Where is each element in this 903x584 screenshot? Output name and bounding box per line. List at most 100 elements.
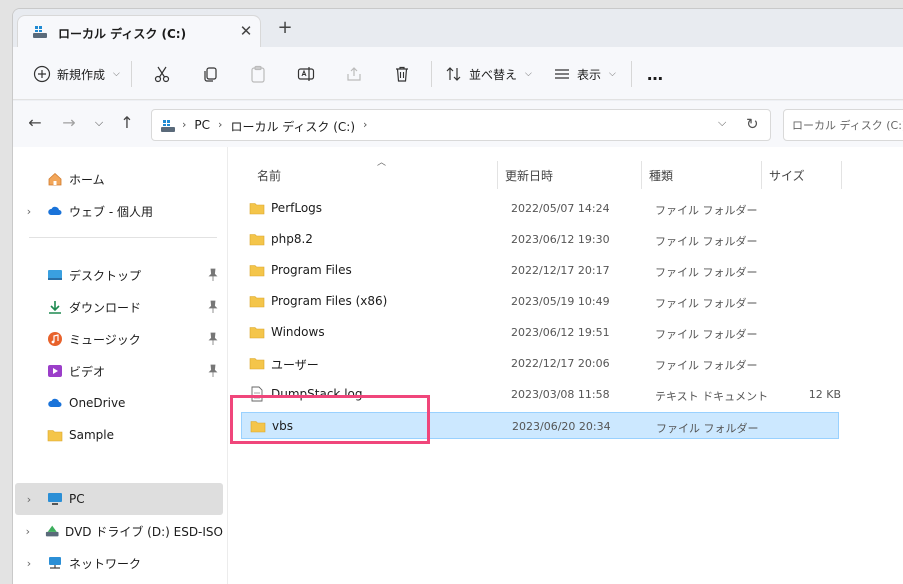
file-type: ファイル フォルダー	[655, 359, 758, 372]
file-row[interactable]: ユーザー 2022/12/17 20:06 ファイル フォルダー	[241, 350, 839, 377]
nav-item-home[interactable]: ホーム	[15, 163, 223, 195]
share-button[interactable]	[345, 61, 363, 87]
nav-item-sample[interactable]: Sample	[15, 419, 223, 451]
breadcrumb-pc[interactable]: PC	[194, 118, 210, 135]
file-date: 2022/12/17 20:17	[511, 264, 610, 277]
search-input[interactable]	[784, 110, 903, 140]
breadcrumb-local-disk[interactable]: ローカル ディスク (C:)	[230, 118, 355, 135]
new-tab-button[interactable]: +	[275, 19, 295, 39]
new-label: 新規作成	[57, 67, 106, 82]
nav-item-label: ミュージック	[69, 332, 141, 347]
column-divider[interactable]	[497, 161, 498, 189]
file-type: ファイル フォルダー	[656, 422, 759, 435]
chevron-right-icon[interactable]: ›	[363, 118, 367, 135]
up-icon[interactable]: ↑	[117, 113, 137, 133]
chevron-right-icon[interactable]: ›	[218, 118, 222, 135]
file-row[interactable]: PerfLogs 2022/05/07 14:24 ファイル フォルダー	[241, 195, 839, 222]
file-row[interactable]: Program Files 2022/12/17 20:17 ファイル フォルダ…	[241, 257, 839, 284]
paste-button[interactable]	[249, 61, 267, 87]
breadcrumb: › PC › ローカル ディスク (C:) ›	[182, 118, 367, 135]
sort-button[interactable]: 並べ替え ⌵	[445, 61, 532, 87]
address-dropdown-icon[interactable]: ⌵	[718, 116, 726, 130]
file-row[interactable]: Windows 2023/06/12 19:51 ファイル フォルダー	[241, 319, 839, 346]
pane-splitter[interactable]	[227, 147, 228, 584]
cut-button[interactable]	[153, 61, 171, 87]
rename-icon	[297, 67, 315, 81]
file-date: 2023/03/08 11:58	[511, 388, 610, 401]
recent-locations-icon[interactable]: ⌵	[89, 113, 109, 133]
file-date: 2022/12/17 20:06	[511, 357, 610, 370]
file-date: 2023/06/12 19:30	[511, 233, 610, 246]
chevron-right-icon[interactable]: ›	[182, 118, 186, 135]
column-header-size[interactable]: サイズ	[769, 167, 805, 184]
chevron-right-icon[interactable]: ›	[17, 525, 39, 538]
chevron-right-icon[interactable]: ›	[17, 557, 41, 570]
nav-item-pc[interactable]: › PC	[15, 483, 223, 515]
folder-icon	[249, 203, 265, 215]
file-name: PerfLogs	[271, 201, 323, 215]
tab-local-disk[interactable]: ローカル ディスク (C:) ✕	[17, 15, 261, 49]
column-divider[interactable]	[761, 161, 762, 189]
close-tab-icon[interactable]: ✕	[238, 22, 254, 40]
column-divider[interactable]	[641, 161, 642, 189]
text-document-icon	[251, 386, 263, 402]
folder-icon	[249, 296, 265, 308]
forward-icon[interactable]: →	[59, 113, 79, 133]
copy-button[interactable]	[201, 61, 219, 87]
file-row[interactable]: DumpStack.log 2023/03/08 11:58 テキスト ドキュメ…	[241, 381, 841, 408]
nav-item-label: Sample	[69, 428, 114, 442]
more-options-button[interactable]: …	[647, 61, 663, 87]
cloud-icon	[48, 398, 62, 407]
column-header-date[interactable]: 更新日時	[505, 167, 553, 184]
desktop-icon	[48, 270, 62, 280]
column-divider[interactable]	[841, 161, 842, 189]
nav-item-onedrive[interactable]: OneDrive	[15, 387, 223, 419]
file-row[interactable]: php8.2 2023/06/12 19:30 ファイル フォルダー	[241, 226, 839, 253]
nav-item-desktop[interactable]: デスクトップ	[15, 259, 223, 291]
pin-icon[interactable]	[207, 332, 219, 346]
refresh-icon[interactable]: ↻	[746, 115, 759, 133]
nav-item-dvd-drive[interactable]: › DVD ドライブ (D:) ESD-ISO	[15, 515, 223, 547]
dvd-drive-icon	[45, 525, 59, 537]
sort-ascending-icon: ︿	[377, 158, 387, 168]
file-row[interactable]: Program Files (x86) 2023/05/19 10:49 ファイ…	[241, 288, 839, 315]
file-date: 2022/05/07 14:24	[511, 202, 610, 215]
column-header-name[interactable]: 名前	[257, 167, 281, 184]
delete-button[interactable]	[393, 61, 411, 87]
tab-strip: ローカル ディスク (C:) ✕ +	[13, 9, 903, 49]
folder-icon	[249, 327, 265, 339]
plus-circle-icon	[33, 65, 51, 83]
nav-item-music[interactable]: ミュージック	[15, 323, 223, 355]
folder-icon	[47, 430, 63, 442]
nav-item-videos[interactable]: ビデオ	[15, 355, 223, 387]
new-button[interactable]: 新規作成 ⌵	[33, 61, 120, 87]
chevron-right-icon[interactable]: ›	[17, 205, 41, 218]
pin-icon[interactable]	[207, 268, 219, 282]
column-header-type[interactable]: 種類	[649, 167, 673, 184]
nav-item-web-personal[interactable]: › ウェブ - 個人用	[15, 195, 223, 227]
home-icon	[48, 172, 62, 186]
divider	[631, 61, 632, 87]
chevron-right-icon[interactable]: ›	[17, 493, 41, 506]
file-type: ファイル フォルダー	[655, 204, 758, 217]
folder-icon	[250, 421, 266, 433]
search-box[interactable]	[783, 109, 903, 141]
file-row-selected[interactable]: vbs 2023/06/20 20:34 ファイル フォルダー	[241, 412, 839, 439]
pin-icon[interactable]	[207, 300, 219, 314]
share-icon	[347, 67, 361, 81]
rename-button[interactable]	[297, 61, 315, 87]
pin-icon[interactable]	[207, 364, 219, 378]
sort-label: 並べ替え	[469, 67, 518, 82]
nav-divider	[29, 237, 217, 238]
nav-item-network[interactable]: › ネットワーク	[15, 547, 223, 579]
view-button[interactable]: 表示 ⌵	[553, 61, 616, 87]
download-icon	[49, 301, 61, 314]
view-list-icon	[555, 69, 569, 79]
nav-item-label: ビデオ	[69, 364, 106, 379]
nav-item-label: PC	[69, 492, 85, 506]
file-list: ︿ 名前 更新日時 種類 サイズ PerfLogs 2022/05/07 14:…	[235, 147, 903, 584]
scissors-icon	[154, 66, 170, 83]
back-icon[interactable]: ←	[25, 113, 45, 133]
nav-item-downloads[interactable]: ダウンロード	[15, 291, 223, 323]
address-bar[interactable]: › PC › ローカル ディスク (C:) › ⌵ ↻	[151, 109, 771, 141]
